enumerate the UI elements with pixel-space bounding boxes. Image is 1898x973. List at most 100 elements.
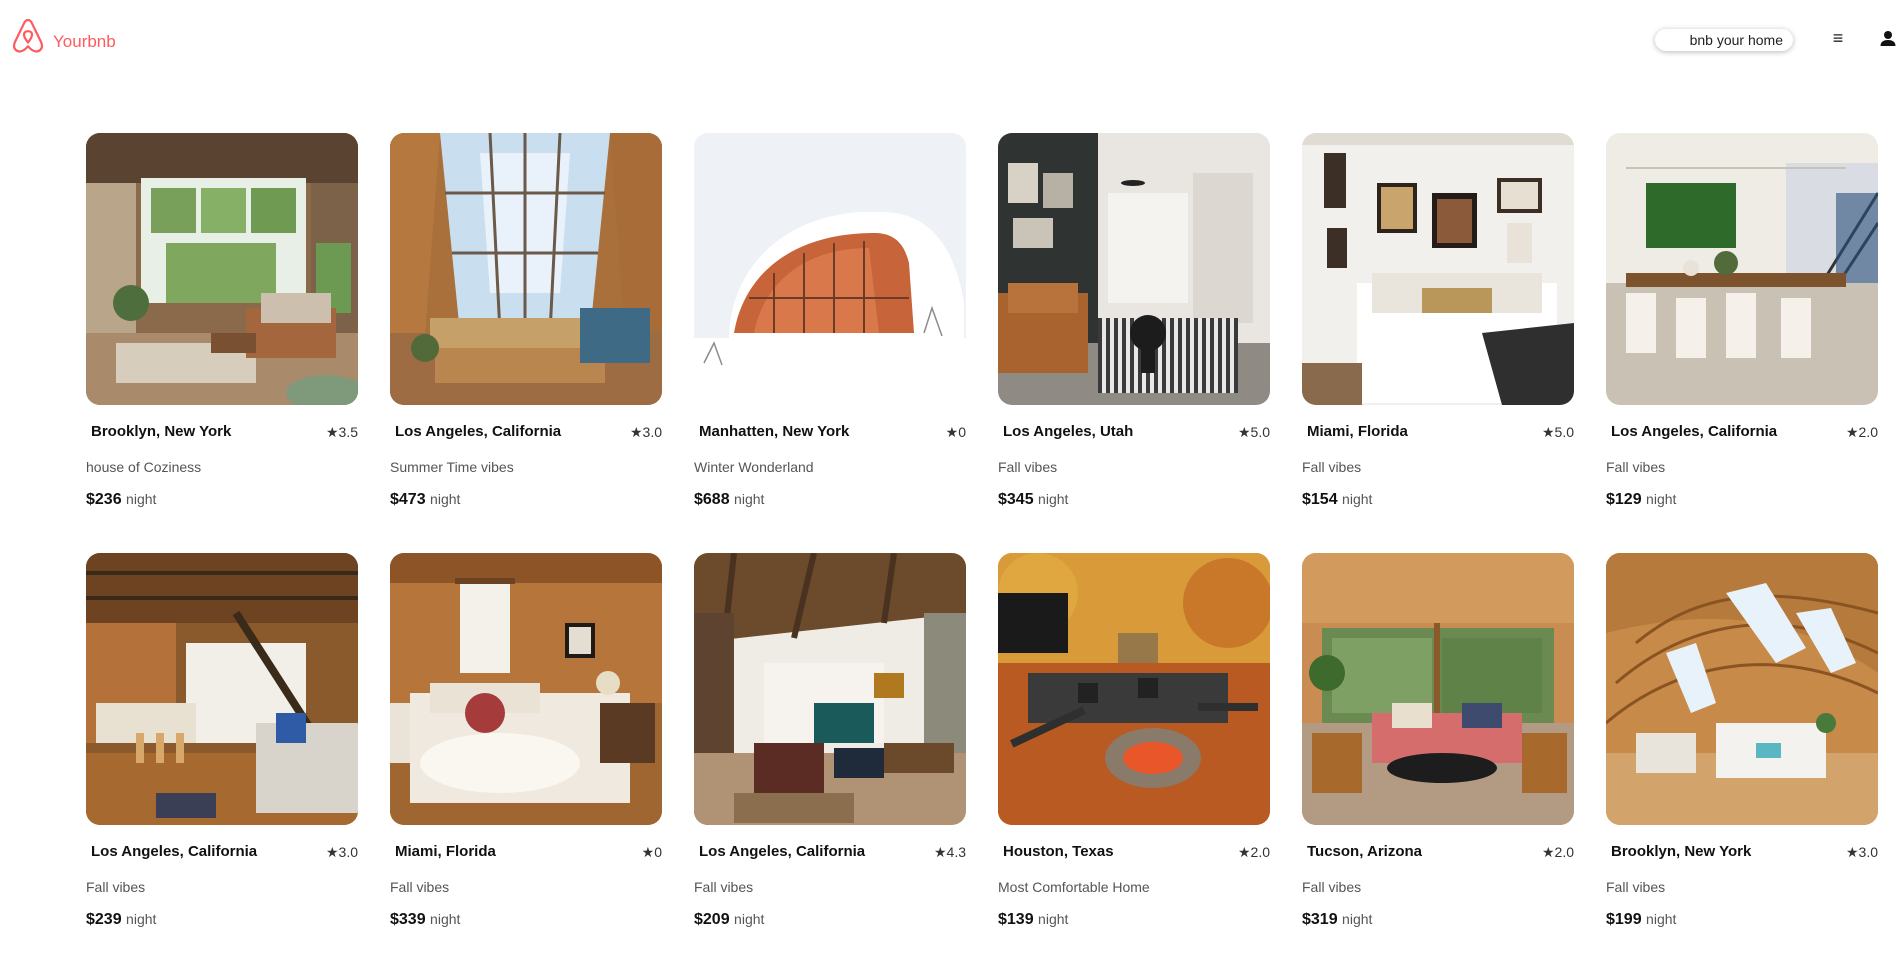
listing-location: Tucson, Arizona bbox=[1307, 843, 1423, 860]
listing-location: Los Angeles, Utah bbox=[1003, 423, 1134, 440]
price-amount: $139 bbox=[998, 911, 1034, 928]
listing-title-row: Miami, Florida ★0 bbox=[390, 843, 662, 863]
listing-description: Summer Time vibes bbox=[390, 459, 514, 475]
listing-photo[interactable] bbox=[390, 133, 662, 405]
user-account-icon[interactable] bbox=[1879, 29, 1897, 49]
listing-rating: ★3.0 bbox=[629, 424, 662, 440]
listing-title-row: Houston, Texas ★2.0 bbox=[998, 843, 1270, 863]
listing-photo[interactable] bbox=[998, 133, 1270, 405]
listing-photo[interactable] bbox=[86, 553, 358, 825]
listing-photo[interactable] bbox=[390, 553, 662, 825]
brand-name: Yourbnb bbox=[53, 32, 116, 51]
price-amount: $236 bbox=[86, 491, 122, 508]
listing-price: $199 night bbox=[1606, 911, 1676, 929]
listing-card[interactable]: Los Angeles, California ★4.3 Fall vibes … bbox=[694, 553, 966, 973]
listing-rating: ★0 bbox=[641, 844, 662, 860]
listing-description: Fall vibes bbox=[1302, 879, 1362, 895]
listing-card[interactable]: Los Angeles, California ★3.0 Summer Time… bbox=[390, 133, 662, 553]
price-amount: $154 bbox=[1302, 491, 1338, 508]
listing-title-row: Los Angeles, California ★3.0 bbox=[390, 423, 662, 443]
listing-rating: ★5.0 bbox=[1237, 424, 1270, 440]
listing-card[interactable]: Miami, Florida ★0 Fall vibes $339 night bbox=[390, 553, 662, 973]
listing-title-row: Los Angeles, Utah ★5.0 bbox=[998, 423, 1270, 443]
price-unit: night bbox=[430, 911, 461, 927]
listing-price: $209 night bbox=[694, 911, 764, 929]
price-unit: night bbox=[1646, 491, 1677, 507]
listing-card[interactable]: Los Angeles, California ★2.0 Fall vibes … bbox=[1606, 133, 1878, 553]
listing-rating: ★4.3 bbox=[933, 844, 966, 860]
listing-rating: ★3.0 bbox=[1845, 844, 1878, 860]
listings-grid: Brooklyn, New York ★3.5 house of Cozines… bbox=[86, 133, 1878, 973]
listing-card[interactable]: Los Angeles, Utah ★5.0 Fall vibes $345 n… bbox=[998, 133, 1270, 553]
home-logo-link[interactable]: Yourbnb bbox=[10, 17, 116, 55]
listing-card[interactable]: Los Angeles, California ★3.0 Fall vibes … bbox=[86, 553, 358, 973]
listing-location: Brooklyn, New York bbox=[1611, 843, 1752, 860]
listing-photo[interactable] bbox=[1606, 133, 1878, 405]
listing-rating: ★2.0 bbox=[1845, 424, 1878, 440]
listing-title-row: Manhatten, New York ★0 bbox=[694, 423, 966, 443]
price-amount: $339 bbox=[390, 911, 426, 928]
price-unit: night bbox=[1342, 911, 1373, 927]
listing-photo[interactable] bbox=[1606, 553, 1878, 825]
listing-description: Most Comfortable Home bbox=[998, 879, 1150, 895]
listing-title-row: Brooklyn, New York ★3.0 bbox=[1606, 843, 1878, 863]
listing-description: house of Coziness bbox=[86, 459, 202, 475]
price-unit: night bbox=[734, 491, 765, 507]
listing-description: Fall vibes bbox=[86, 879, 146, 895]
price-unit: night bbox=[1342, 491, 1373, 507]
price-unit: night bbox=[734, 911, 765, 927]
price-amount: $239 bbox=[86, 911, 122, 928]
listing-price: $319 night bbox=[1302, 911, 1372, 929]
listing-description: Fall vibes bbox=[998, 459, 1058, 475]
listing-card[interactable]: Miami, Florida ★5.0 Fall vibes $154 nigh… bbox=[1302, 133, 1574, 553]
price-amount: $473 bbox=[390, 491, 426, 508]
listing-photo[interactable] bbox=[1302, 133, 1574, 405]
listing-location: Los Angeles, California bbox=[91, 843, 258, 860]
listing-location: Brooklyn, New York bbox=[91, 423, 232, 440]
host-your-home-button[interactable]: bnb your home bbox=[1655, 29, 1793, 51]
listing-card[interactable]: Manhatten, New York ★0 Winter Wonderland… bbox=[694, 133, 966, 553]
listing-card[interactable]: Houston, Texas ★2.0 Most Comfortable Hom… bbox=[998, 553, 1270, 973]
listing-photo[interactable] bbox=[86, 133, 358, 405]
listing-price: $473 night bbox=[390, 491, 460, 509]
listing-card[interactable]: Brooklyn, New York ★3.0 Fall vibes $199 … bbox=[1606, 553, 1878, 973]
price-amount: $209 bbox=[694, 911, 730, 928]
price-unit: night bbox=[126, 911, 157, 927]
listing-card[interactable]: Brooklyn, New York ★3.5 house of Cozines… bbox=[86, 133, 358, 553]
listing-rating: ★3.5 bbox=[325, 424, 358, 440]
listing-description: Winter Wonderland bbox=[694, 459, 814, 475]
listing-card[interactable]: Tucson, Arizona ★2.0 Fall vibes $319 nig… bbox=[1302, 553, 1574, 973]
top-nav: Yourbnb bnb your home ≡ bbox=[0, 0, 1898, 80]
listing-photo[interactable] bbox=[998, 553, 1270, 825]
listing-price: $139 night bbox=[998, 911, 1068, 929]
listing-location: Miami, Florida bbox=[395, 843, 496, 860]
listing-photo[interactable] bbox=[1302, 553, 1574, 825]
listing-price: $129 night bbox=[1606, 491, 1676, 509]
listing-photo[interactable] bbox=[694, 553, 966, 825]
listing-price: $236 night bbox=[86, 491, 156, 509]
listing-location: Los Angeles, California bbox=[699, 843, 866, 860]
listing-location: Miami, Florida bbox=[1307, 423, 1408, 440]
listing-title-row: Los Angeles, California ★2.0 bbox=[1606, 423, 1878, 443]
airbnb-logo-icon bbox=[10, 17, 46, 55]
listing-rating: ★2.0 bbox=[1541, 844, 1574, 860]
listing-price: $154 night bbox=[1302, 491, 1372, 509]
listing-title-row: Los Angeles, California ★3.0 bbox=[86, 843, 358, 863]
listing-location: Los Angeles, California bbox=[395, 423, 562, 440]
listing-title-row: Brooklyn, New York ★3.5 bbox=[86, 423, 358, 443]
hamburger-menu-icon[interactable]: ≡ bbox=[1828, 28, 1848, 48]
listing-price: $688 night bbox=[694, 491, 764, 509]
price-unit: night bbox=[1646, 911, 1677, 927]
price-unit: night bbox=[126, 491, 157, 507]
listing-title-row: Tucson, Arizona ★2.0 bbox=[1302, 843, 1574, 863]
listing-price: $345 night bbox=[998, 491, 1068, 509]
listing-location: Los Angeles, California bbox=[1611, 423, 1778, 440]
listing-price: $339 night bbox=[390, 911, 460, 929]
listing-rating: ★0 bbox=[945, 424, 966, 440]
listing-rating: ★5.0 bbox=[1541, 424, 1574, 440]
price-amount: $199 bbox=[1606, 911, 1642, 928]
price-amount: $688 bbox=[694, 491, 730, 508]
listing-photo[interactable] bbox=[694, 133, 966, 405]
price-unit: night bbox=[1038, 911, 1069, 927]
price-amount: $345 bbox=[998, 491, 1034, 508]
